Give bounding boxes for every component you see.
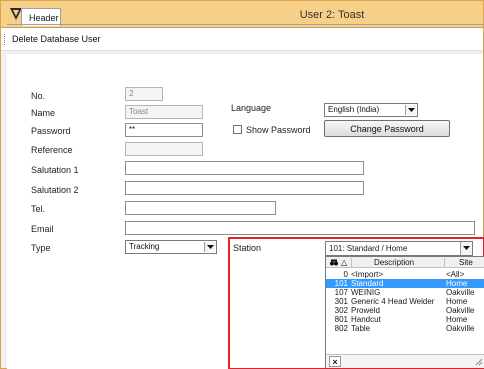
chevron-down-icon: [408, 108, 415, 112]
station-code: 802: [334, 324, 348, 333]
station-description: Proweld: [351, 306, 380, 315]
station-site: <All>: [446, 270, 465, 279]
language-dropdown-arrow[interactable]: [405, 105, 416, 115]
station-description: Handcut: [351, 315, 381, 324]
station-row[interactable]: 802 Table Oakville: [326, 324, 484, 333]
station-site: Home: [446, 315, 468, 324]
toolbar: Delete Database User: [1, 28, 483, 51]
station-description: <Import>: [351, 270, 384, 279]
change-password-button[interactable]: Change Password: [324, 120, 450, 137]
language-label: Language: [231, 103, 272, 113]
station-row[interactable]: 801 Handcut Home: [326, 315, 484, 324]
type-dropdown-arrow[interactable]: [204, 242, 215, 252]
change-password-label: Change Password: [350, 124, 424, 134]
password-label: Password: [31, 126, 71, 136]
code-column-header[interactable]: △: [341, 258, 347, 267]
toolbar-grip[interactable]: [4, 34, 6, 45]
station-code: 301: [334, 297, 348, 306]
station-code: 302: [334, 306, 348, 315]
station-code: 107: [334, 288, 348, 297]
window-title: User 2: Toast: [299, 9, 365, 21]
reference-field: [125, 142, 203, 156]
resize-grip-icon[interactable]: [474, 357, 483, 366]
show-password-label: Show Password: [246, 125, 311, 135]
station-label: Station: [233, 243, 262, 253]
station-row-selected[interactable]: 101 Standard Home: [326, 279, 484, 288]
delete-database-user-label: Delete Database User: [12, 34, 101, 44]
station-description: Standard: [351, 279, 384, 288]
station-site: Oakville: [446, 306, 475, 315]
station-row[interactable]: 107 WEINIG Oakville: [326, 288, 484, 297]
delete-database-user-button[interactable]: Delete Database User: [12, 34, 101, 44]
type-label: Type: [31, 243, 51, 253]
tel-label: Tel.: [31, 204, 46, 214]
station-code: 0: [343, 270, 348, 279]
station-row[interactable]: 301 Generic 4 Head Welder Home: [326, 297, 484, 306]
column-separator: [444, 258, 445, 267]
salutation-2-field[interactable]: [125, 181, 364, 195]
no-label: No.: [31, 91, 46, 101]
station-site: Oakville: [446, 324, 475, 333]
chevron-down-icon: [207, 245, 214, 249]
name-field: Toast: [125, 105, 203, 119]
close-dropdown-button[interactable]: ×: [329, 356, 341, 367]
station-site: Home: [446, 297, 468, 306]
chevron-down-icon: [463, 246, 470, 250]
language-value: English (India): [328, 105, 380, 114]
salutation-1-label: Salutation 1: [31, 165, 79, 175]
salutation-2-label: Salutation 2: [31, 185, 79, 195]
station-value: 101: Standard / Home: [329, 244, 408, 253]
user-window: User 2: Toast Delete Database User Heade…: [0, 0, 484, 369]
site-column-header[interactable]: Site: [459, 258, 473, 267]
reference-label: Reference: [31, 145, 73, 155]
station-combo[interactable]: 101: Standard / Home: [325, 241, 473, 256]
language-combo[interactable]: English (India): [324, 103, 418, 117]
station-description: Generic 4 Head Welder: [351, 297, 435, 306]
email-label: Email: [31, 224, 54, 234]
show-password-checkbox[interactable]: [233, 125, 242, 134]
salutation-1-field[interactable]: [125, 161, 364, 175]
station-code: 101: [334, 279, 348, 288]
station-code: 801: [334, 315, 348, 324]
dropdown-footer: ×: [326, 354, 484, 368]
dropdown-header: △ Description Site: [326, 257, 484, 268]
no-field: 2: [125, 87, 163, 101]
station-site: Home: [446, 279, 468, 288]
station-dropdown-arrow[interactable]: [460, 242, 472, 255]
station-site: Oakville: [446, 288, 475, 297]
station-description: WEINIG: [351, 288, 381, 297]
type-value: Tracking: [129, 242, 160, 251]
station-description: Table: [351, 324, 371, 333]
description-column-header[interactable]: Description: [374, 258, 414, 267]
tab-divider: [7, 24, 483, 25]
type-combo[interactable]: Tracking: [125, 240, 217, 254]
station-dropdown-list[interactable]: △ Description Site 0 <Import> <All> 101 …: [325, 256, 484, 368]
name-label: Name: [31, 108, 56, 118]
email-field[interactable]: [125, 221, 475, 235]
station-row[interactable]: 302 Proweld Oakville: [326, 306, 484, 315]
station-row[interactable]: 0 <Import> <All>: [326, 270, 484, 279]
binoculars-icon[interactable]: [330, 259, 338, 266]
tel-field[interactable]: [125, 201, 276, 215]
column-separator: [351, 258, 352, 267]
password-field[interactable]: **: [125, 123, 203, 137]
